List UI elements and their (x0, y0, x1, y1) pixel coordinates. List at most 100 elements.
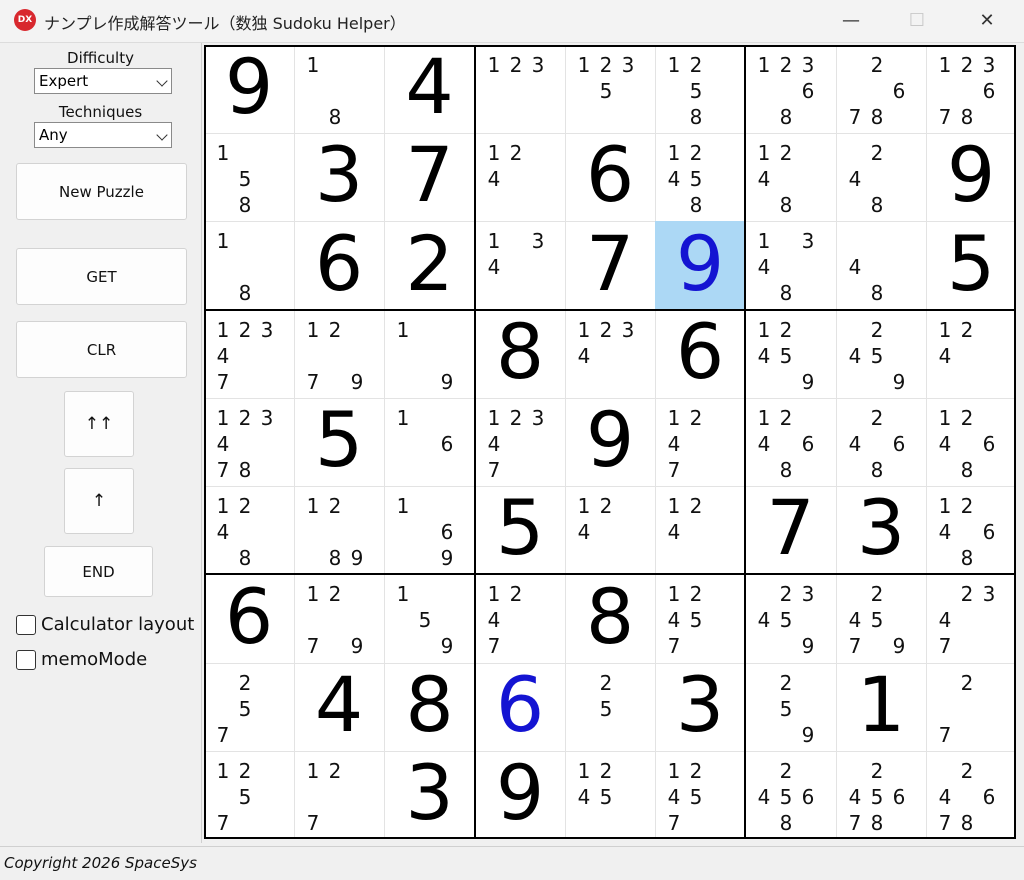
sudoku-cell[interactable]: 9 (655, 221, 745, 310)
sudoku-cell[interactable]: 1245 (565, 751, 655, 839)
sudoku-cell[interactable]: 1247 (655, 398, 745, 486)
sudoku-cell[interactable]: 6 (204, 574, 294, 663)
sudoku-cell[interactable]: 9 (204, 45, 294, 133)
sudoku-cell[interactable]: 1257 (204, 751, 294, 839)
sudoku-cell[interactable]: 24 6 78 (926, 751, 1016, 839)
sudoku-cell[interactable]: 2 (384, 221, 475, 310)
sudoku-cell[interactable]: 7 (565, 221, 655, 310)
sudoku-cell[interactable]: 18 (204, 221, 294, 310)
sudoku-cell[interactable]: 12457 (655, 751, 745, 839)
sudoku-cell[interactable]: 1235 (565, 45, 655, 133)
box-line (204, 45, 206, 839)
sudoku-cell[interactable]: 123 478 (204, 398, 294, 486)
sudoku-cell[interactable]: 23 459 (745, 574, 836, 663)
new-puzzle-button[interactable]: New Puzzle (16, 163, 187, 220)
sudoku-cell[interactable]: 248 (836, 133, 926, 221)
get-button[interactable]: GET (16, 248, 187, 305)
sudoku-cell[interactable]: 2459 (836, 310, 926, 398)
sudoku-cell[interactable]: 124 68 (926, 398, 1016, 486)
sudoku-cell[interactable]: 8 (475, 310, 565, 398)
sudoku-cell[interactable]: 124 68 (926, 486, 1016, 574)
sudoku-cell[interactable]: 123 47 (475, 398, 565, 486)
sudoku-cell[interactable]: 158 (204, 133, 294, 221)
candidate-note: 9 (350, 370, 364, 394)
sudoku-cell[interactable]: 259 (745, 663, 836, 751)
sudoku-cell[interactable]: 3 (294, 133, 384, 221)
calculator-layout-checkbox[interactable] (16, 615, 36, 635)
sudoku-cell[interactable]: 1258 (655, 45, 745, 133)
sudoku-cell[interactable]: 8 (384, 663, 475, 751)
close-button[interactable]: ✕ (964, 4, 1010, 38)
sudoku-cell[interactable]: 5 (926, 221, 1016, 310)
sudoku-cell[interactable]: 12458 (655, 133, 745, 221)
sudoku-cell[interactable]: 8 (565, 574, 655, 663)
sudoku-cell[interactable]: 7 (745, 486, 836, 574)
sudoku-cell[interactable]: 9 (475, 751, 565, 839)
techniques-select[interactable]: Any (34, 122, 172, 148)
difficulty-select[interactable]: Expert (34, 68, 172, 94)
sudoku-cell[interactable]: 9 (565, 398, 655, 486)
sudoku-cell[interactable]: 1236 78 (926, 45, 1016, 133)
sudoku-cell[interactable]: 12 7 9 (294, 574, 384, 663)
sudoku-cell[interactable]: 16 (384, 398, 475, 486)
sudoku-cell[interactable]: 5 (294, 398, 384, 486)
sudoku-cell[interactable]: 26 78 (836, 45, 926, 133)
undo-all-button[interactable]: ↑↑ (64, 391, 134, 457)
box-line (204, 837, 1016, 839)
sudoku-cell[interactable]: 23 47 (926, 574, 1016, 663)
sudoku-cell[interactable]: 124 (655, 486, 745, 574)
candidate-note: 6 (440, 432, 454, 456)
sudoku-cell[interactable]: 12 89 (294, 486, 384, 574)
box-line (204, 573, 1016, 575)
sudoku-cell[interactable]: 3 (836, 486, 926, 574)
sudoku-cell[interactable]: 24 68 (836, 398, 926, 486)
end-button[interactable]: END (44, 546, 153, 597)
sudoku-cell[interactable]: 9 (926, 133, 1016, 221)
memo-mode-checkbox[interactable] (16, 650, 36, 670)
minimize-button[interactable]: — (828, 4, 874, 38)
sudoku-cell[interactable]: 3 (655, 663, 745, 751)
sudoku-cell[interactable]: 257 (204, 663, 294, 751)
techniques-value: Any (39, 126, 68, 144)
sudoku-cell[interactable]: 12 7 (294, 751, 384, 839)
sudoku-cell[interactable]: 2457 9 (836, 574, 926, 663)
sudoku-cell[interactable]: 4 (384, 45, 475, 133)
sudoku-cell[interactable]: 123 47 (204, 310, 294, 398)
sudoku-cell[interactable]: 1 (836, 663, 926, 751)
undo-button[interactable]: ↑ (64, 468, 134, 534)
sudoku-cell[interactable]: 1248 (745, 133, 836, 221)
sudoku-cell[interactable]: 6 (565, 133, 655, 221)
clr-button[interactable]: CLR (16, 321, 187, 378)
sudoku-cell[interactable]: 27 (926, 663, 1016, 751)
sudoku-cell[interactable]: 6 (475, 663, 565, 751)
sudoku-cell[interactable]: 18 (294, 45, 384, 133)
sudoku-cell[interactable]: 25 (565, 663, 655, 751)
sudoku-cell[interactable]: 124 68 (745, 398, 836, 486)
sudoku-cell[interactable]: 48 (836, 221, 926, 310)
sudoku-cell[interactable]: 124 (565, 486, 655, 574)
sudoku-cell[interactable]: 123 (475, 45, 565, 133)
sudoku-cell[interactable]: 123 4 (565, 310, 655, 398)
sudoku-cell[interactable]: 124 (926, 310, 1016, 398)
sudoku-cell[interactable]: 2456 78 (836, 751, 926, 839)
sudoku-cell[interactable]: 1 69 (384, 486, 475, 574)
sudoku-cell[interactable]: 12457 (655, 574, 745, 663)
sudoku-cell[interactable]: 6 (294, 221, 384, 310)
sudoku-cell[interactable]: 3 (384, 751, 475, 839)
sudoku-cell[interactable]: 12368 (745, 45, 836, 133)
difficulty-label: Difficulty (67, 49, 134, 67)
sudoku-cell[interactable]: 1 3 4 (475, 221, 565, 310)
sudoku-cell[interactable]: 159 (384, 574, 475, 663)
sudoku-cell[interactable]: 4 (294, 663, 384, 751)
sudoku-cell[interactable]: 24568 (745, 751, 836, 839)
sudoku-cell[interactable]: 124 (475, 133, 565, 221)
sudoku-cell[interactable]: 7 (384, 133, 475, 221)
sudoku-cell[interactable]: 19 (384, 310, 475, 398)
sudoku-cell[interactable]: 12459 (745, 310, 836, 398)
sudoku-cell[interactable]: 1 3 48 (745, 221, 836, 310)
sudoku-cell[interactable]: 6 (655, 310, 745, 398)
sudoku-cell[interactable]: 5 (475, 486, 565, 574)
sudoku-cell[interactable]: 1247 (475, 574, 565, 663)
sudoku-cell[interactable]: 1248 (204, 486, 294, 574)
sudoku-cell[interactable]: 12 7 9 (294, 310, 384, 398)
